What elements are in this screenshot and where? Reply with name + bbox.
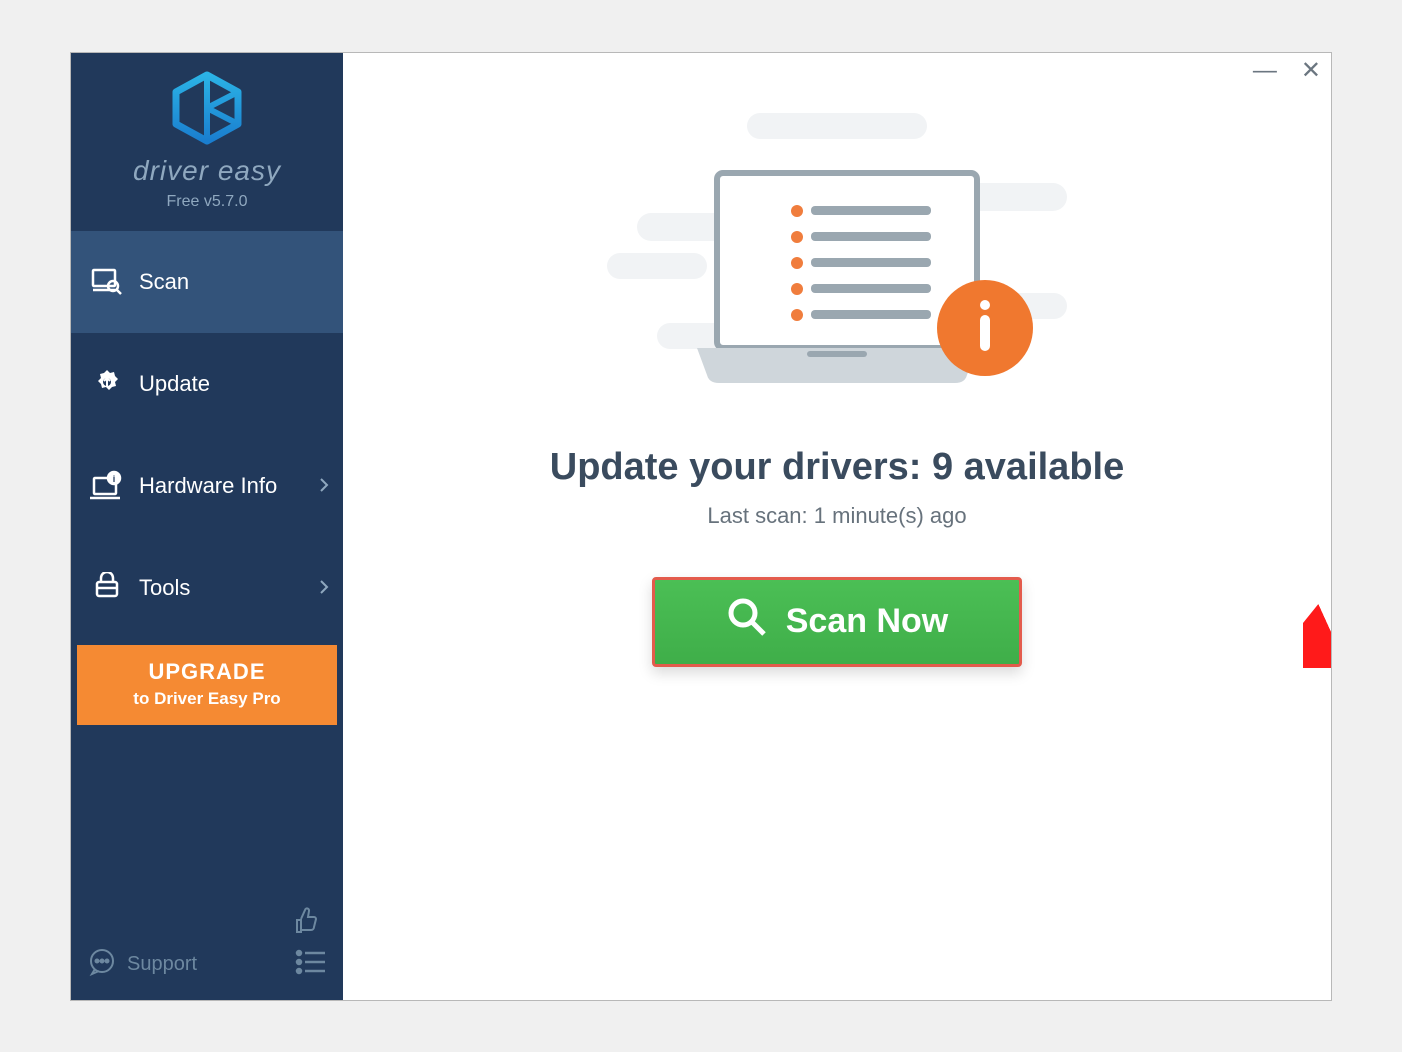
sidebar-nav: Scan Update bbox=[71, 231, 343, 639]
window-controls: — ✕ bbox=[1253, 59, 1321, 83]
upgrade-line2: to Driver Easy Pro bbox=[77, 689, 337, 709]
sidebar-item-scan[interactable]: Scan bbox=[71, 231, 343, 333]
laptop-illustration-icon bbox=[597, 93, 1077, 413]
sidebar: driver easy Free v5.7.0 Scan bbox=[71, 53, 343, 1000]
tools-icon bbox=[89, 572, 125, 604]
chat-icon bbox=[87, 947, 117, 982]
svg-text:i: i bbox=[113, 474, 116, 484]
scan-now-label: Scan Now bbox=[786, 602, 948, 641]
brand-name: driver easy bbox=[71, 155, 343, 187]
sidebar-item-label: Tools bbox=[139, 575, 190, 601]
scan-icon bbox=[89, 266, 125, 298]
hardware-icon: i bbox=[89, 470, 125, 502]
close-button[interactable]: ✕ bbox=[1301, 59, 1321, 83]
annotation-arrow-icon bbox=[1303, 588, 1332, 668]
sidebar-item-hardware-info[interactable]: i Hardware Info bbox=[71, 435, 343, 537]
headline-text: Update your drivers: 9 available bbox=[517, 446, 1157, 489]
last-scan-text: Last scan: 1 minute(s) ago bbox=[517, 503, 1157, 529]
logo-block: driver easy Free v5.7.0 bbox=[71, 53, 343, 231]
list-menu-icon[interactable] bbox=[295, 949, 327, 980]
sidebar-item-tools[interactable]: Tools bbox=[71, 537, 343, 639]
gear-icon bbox=[89, 368, 125, 400]
search-icon bbox=[726, 596, 768, 647]
upgrade-line1: UPGRADE bbox=[77, 659, 337, 685]
sidebar-item-label: Hardware Info bbox=[139, 473, 277, 499]
thumbs-up-icon[interactable] bbox=[291, 923, 321, 940]
support-label: Support bbox=[127, 953, 197, 976]
chevron-right-icon bbox=[319, 575, 329, 601]
upgrade-button[interactable]: UPGRADE to Driver Easy Pro bbox=[77, 645, 337, 725]
app-window: driver easy Free v5.7.0 Scan bbox=[70, 52, 1332, 1001]
sidebar-item-update[interactable]: Update bbox=[71, 333, 343, 435]
app-logo-icon bbox=[170, 71, 244, 145]
brand-version: Free v5.7.0 bbox=[71, 193, 343, 211]
chevron-right-icon bbox=[319, 473, 329, 499]
hero-section: Update your drivers: 9 available Last sc… bbox=[517, 93, 1157, 667]
scan-now-button[interactable]: Scan Now bbox=[652, 577, 1022, 667]
minimize-button[interactable]: — bbox=[1253, 59, 1277, 83]
sidebar-bottom: Support bbox=[71, 892, 343, 1000]
support-button[interactable]: Support bbox=[87, 947, 197, 982]
main-panel: — ✕ bbox=[343, 53, 1331, 1000]
sidebar-item-label: Scan bbox=[139, 269, 189, 295]
sidebar-item-label: Update bbox=[139, 371, 210, 397]
